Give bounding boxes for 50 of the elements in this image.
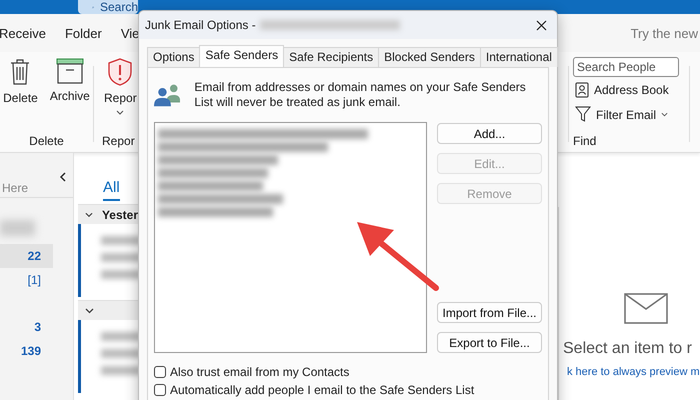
caret-icon bbox=[116, 110, 124, 115]
close-icon[interactable] bbox=[536, 20, 547, 30]
checkbox[interactable] bbox=[154, 384, 166, 396]
empty-message: Select an item to r bbox=[563, 340, 692, 358]
description-text: Email from addresses or domain names on your Safe Senders List will never be treated as junk email. bbox=[194, 80, 527, 110]
dialog-tab[interactable]: International bbox=[480, 47, 558, 67]
folder-search-hint: Here bbox=[2, 181, 28, 195]
trash-icon bbox=[9, 58, 32, 86]
delete-button[interactable]: Delete bbox=[1, 58, 40, 105]
group-label: Find bbox=[573, 134, 596, 148]
group-label: Delete bbox=[29, 134, 64, 148]
blurred-folder-name bbox=[0, 220, 35, 236]
search-field[interactable]: Search bbox=[78, 0, 138, 14]
envelope-icon bbox=[624, 293, 668, 324]
folder-item[interactable]: 22 bbox=[0, 244, 53, 268]
folder-item[interactable]: 3 bbox=[0, 315, 53, 339]
date-group-header[interactable]: Yester bbox=[78, 204, 138, 224]
checkbox[interactable] bbox=[154, 366, 166, 378]
folder-item[interactable]: [1] bbox=[0, 268, 53, 292]
address-book-button[interactable]: Address Book bbox=[573, 79, 671, 101]
try-new-toggle-label: Try the new bbox=[630, 26, 698, 40]
filter-email-button[interactable]: Filter Email bbox=[573, 103, 670, 126]
dialog-tab[interactable]: Safe Senders bbox=[199, 45, 284, 67]
report-button[interactable]: Repor bbox=[102, 58, 139, 115]
folder-item[interactable]: 139 bbox=[0, 339, 53, 363]
collapse-chevron-icon[interactable] bbox=[59, 172, 66, 182]
dialog-tab[interactable]: Safe Recipients bbox=[283, 47, 380, 67]
dialog-tab[interactable]: Blocked Senders bbox=[378, 47, 481, 67]
dialog-button[interactable]: Add... bbox=[436, 123, 542, 144]
dialog-tab[interactable]: Options bbox=[147, 47, 200, 67]
search-people-field[interactable]: Search People bbox=[573, 57, 679, 77]
ribbon-tab[interactable]: Receive bbox=[0, 26, 46, 40]
caret-icon bbox=[661, 112, 668, 117]
ribbon-tab[interactable]: Folder bbox=[64, 26, 102, 40]
safe-senders-list[interactable] bbox=[154, 122, 427, 353]
all-tab[interactable]: All bbox=[103, 179, 120, 201]
checkbox-label[interactable]: Also trust email from my Contacts bbox=[170, 365, 350, 379]
preview-link[interactable]: k here to always preview m bbox=[567, 366, 700, 378]
dialog-button[interactable]: Import from File... bbox=[436, 302, 542, 323]
people-icon bbox=[154, 83, 180, 107]
group-label: Repor bbox=[102, 134, 135, 148]
dialog-button[interactable]: Export to File... bbox=[436, 332, 542, 353]
shield-alert-icon bbox=[107, 58, 134, 86]
address-book-icon bbox=[575, 82, 589, 98]
archive-button[interactable]: Archive bbox=[48, 58, 92, 105]
ribbon-tab[interactable]: Vie bbox=[120, 26, 140, 40]
filter-icon bbox=[575, 106, 591, 123]
checkbox-label[interactable]: Automatically add people I email to the Safe Senders List bbox=[170, 383, 474, 397]
dialog-title: Junk Email Options - bbox=[145, 18, 256, 32]
archive-icon bbox=[56, 58, 84, 84]
